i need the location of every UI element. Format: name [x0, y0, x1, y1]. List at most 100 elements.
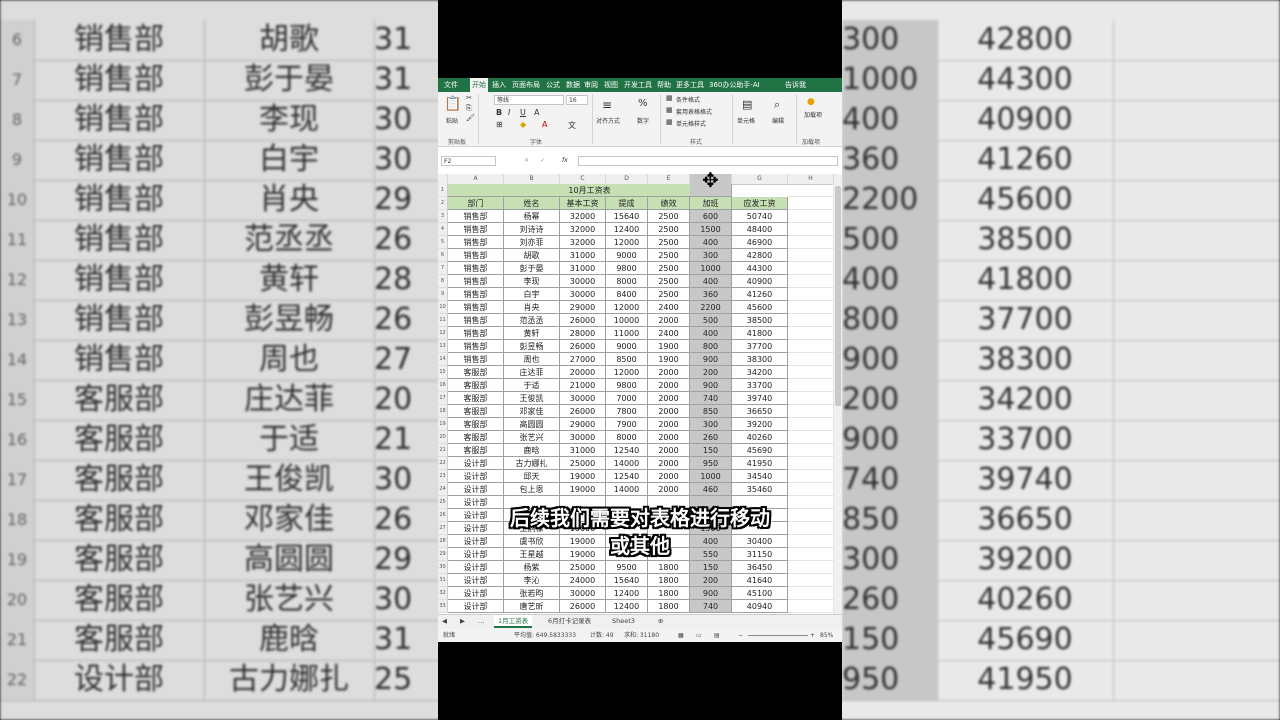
cells-button[interactable]: 单元格	[737, 116, 755, 125]
cond-format-button[interactable]: 条件格式	[676, 95, 700, 104]
table-cell[interactable]: 400	[690, 236, 732, 249]
table-cell[interactable]: 14000	[606, 483, 648, 496]
table-cell[interactable]: 30000	[560, 288, 606, 301]
table-cell[interactable]: 2000	[648, 483, 690, 496]
table-cell[interactable]: 12540	[606, 470, 648, 483]
format-painter-icon[interactable]: 🖌	[466, 114, 475, 122]
table-cell[interactable]: 邓家佳	[504, 405, 560, 418]
table-cell[interactable]: 设计部	[448, 561, 504, 574]
table-cell[interactable]: 31000	[560, 262, 606, 275]
table-cell[interactable]: 500	[690, 314, 732, 327]
table-cell[interactable]: 邱天	[504, 470, 560, 483]
column-header-c[interactable]: C	[560, 174, 606, 184]
table-cell[interactable]: 30000	[560, 587, 606, 600]
cell-h[interactable]	[788, 340, 834, 353]
table-cell[interactable]: 850	[690, 405, 732, 418]
add-sheet-icon[interactable]: ⊕	[658, 615, 663, 628]
table-cell[interactable]: 设计部	[448, 600, 504, 613]
table-cell[interactable]: 2400	[648, 301, 690, 314]
table-cell[interactable]: 客服部	[448, 379, 504, 392]
table-cell[interactable]: 41950	[732, 457, 788, 470]
row-number[interactable]: 14	[438, 353, 448, 366]
underline-icon[interactable]: U	[520, 108, 526, 117]
ribbon-tab[interactable]: 360办公助手-AI	[707, 78, 762, 92]
sheet-more-icon[interactable]: …	[478, 615, 485, 628]
table-cell[interactable]: 20000	[560, 366, 606, 379]
cell-h[interactable]	[788, 600, 834, 613]
table-cell[interactable]: 销售部	[448, 210, 504, 223]
cancel-icon[interactable]: ✕	[524, 157, 529, 164]
table-cell[interactable]: 15640	[606, 210, 648, 223]
cell-h[interactable]	[788, 262, 834, 275]
table-cell[interactable]: 设计部	[448, 470, 504, 483]
table-cell[interactable]: 2000	[648, 405, 690, 418]
row-number[interactable]: 7	[438, 262, 448, 275]
table-cell[interactable]: 29000	[560, 418, 606, 431]
table-cell[interactable]: 19000	[560, 483, 606, 496]
table-cell[interactable]: 30000	[560, 392, 606, 405]
table-cell[interactable]: 于适	[504, 379, 560, 392]
column-header-b[interactable]: B	[504, 174, 560, 184]
phonetic-icon[interactable]: 文	[568, 120, 576, 131]
table-cell[interactable]: 销售部	[448, 236, 504, 249]
table-cell[interactable]: 25000	[560, 457, 606, 470]
table-cell[interactable]: 1000	[690, 262, 732, 275]
table-cell[interactable]: 黄轩	[504, 327, 560, 340]
table-cell[interactable]: 2500	[648, 275, 690, 288]
table-cell[interactable]: 38500	[732, 314, 788, 327]
table-cell[interactable]: 销售部	[448, 327, 504, 340]
table-cell[interactable]: 销售部	[448, 249, 504, 262]
table-cell[interactable]: 2000	[648, 418, 690, 431]
table-cell[interactable]: 40260	[732, 431, 788, 444]
font-size-select[interactable]: 16	[566, 95, 588, 105]
table-cell[interactable]: 41800	[732, 327, 788, 340]
row-number[interactable]: 21	[438, 444, 448, 457]
table-cell[interactable]: 销售部	[448, 340, 504, 353]
table-cell[interactable]: 7000	[606, 392, 648, 405]
table-cell[interactable]: 740	[690, 392, 732, 405]
column-title[interactable]: 应发工资	[732, 197, 788, 210]
ribbon-tab[interactable]: 页面布局	[510, 78, 542, 92]
table-cell[interactable]: 40940	[732, 600, 788, 613]
row-number[interactable]: 1	[438, 184, 448, 197]
table-cell[interactable]: 37700	[732, 340, 788, 353]
table-cell[interactable]: 2000	[648, 314, 690, 327]
table-cell[interactable]: 34200	[732, 366, 788, 379]
cell-h[interactable]	[788, 418, 834, 431]
cell-h[interactable]	[788, 470, 834, 483]
column-header-a[interactable]: A	[448, 174, 504, 184]
ribbon-tab[interactable]: 数据	[564, 78, 582, 92]
table-cell[interactable]: 40900	[732, 275, 788, 288]
table-cell[interactable]: 古力娜扎	[504, 457, 560, 470]
table-cell[interactable]: 销售部	[448, 314, 504, 327]
table-cell[interactable]: 唐艺昕	[504, 600, 560, 613]
cell-h[interactable]	[788, 353, 834, 366]
row-number[interactable]: 31	[438, 574, 448, 587]
table-cell[interactable]: 10000	[606, 314, 648, 327]
row-number[interactable]: 6	[438, 249, 448, 262]
ribbon-tab[interactable]: 帮助	[655, 78, 673, 92]
row-number[interactable]: 23	[438, 470, 448, 483]
row-number[interactable]: 8	[438, 275, 448, 288]
table-cell[interactable]: 1800	[648, 600, 690, 613]
column-title[interactable]: 提成	[606, 197, 648, 210]
table-cell[interactable]: 设计部	[448, 574, 504, 587]
table-cell[interactable]: 26000	[560, 340, 606, 353]
cell-h[interactable]	[788, 574, 834, 587]
cell-h[interactable]	[788, 197, 834, 210]
table-cell[interactable]: 950	[690, 457, 732, 470]
cell-h[interactable]	[788, 561, 834, 574]
row-number[interactable]: 18	[438, 405, 448, 418]
zoom-out-icon[interactable]: −	[738, 629, 743, 642]
ribbon-tab[interactable]: 插入	[490, 78, 508, 92]
table-cell[interactable]: 35460	[732, 483, 788, 496]
normal-view-icon[interactable]: ▦	[678, 629, 684, 642]
table-cell[interactable]: 19000	[560, 470, 606, 483]
column-title[interactable]: 加班	[690, 197, 732, 210]
table-cell[interactable]: 庄达菲	[504, 366, 560, 379]
table-cell[interactable]: 客服部	[448, 418, 504, 431]
table-cell[interactable]: 45600	[732, 301, 788, 314]
cell-h1[interactable]	[788, 184, 834, 197]
row-number[interactable]: 15	[438, 366, 448, 379]
font-name-select[interactable]: 等线	[494, 95, 564, 105]
